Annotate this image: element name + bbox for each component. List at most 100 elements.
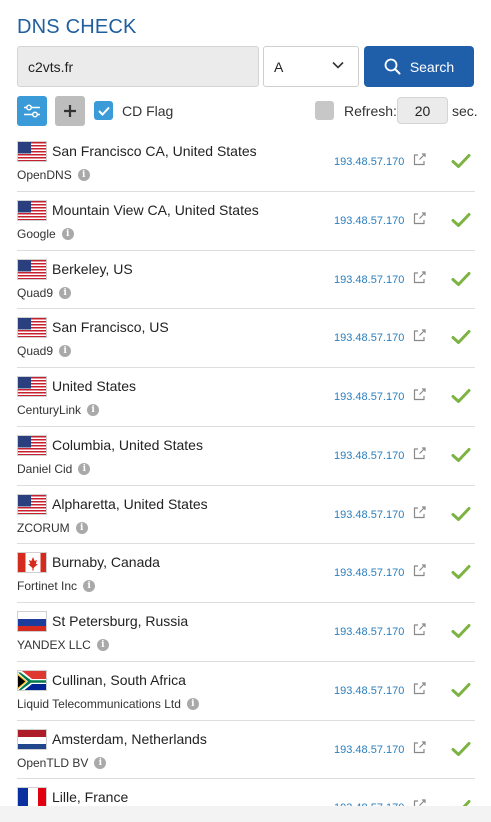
check-icon	[451, 506, 471, 521]
external-link-icon[interactable]	[413, 505, 426, 519]
server-location: Lille, France	[52, 789, 129, 806]
result-ip-link[interactable]: 193.48.57.170	[334, 685, 404, 697]
server-row: San Francisco CA, United States OpenDNS i 1…	[17, 133, 475, 192]
us-flag-icon	[17, 493, 47, 515]
external-link-icon[interactable]	[413, 388, 426, 401]
search-button[interactable]: Search	[364, 46, 474, 87]
server-location: St Petersburg, Russia	[52, 613, 189, 629]
info-icon[interactable]: i	[59, 345, 72, 358]
refresh-interval-input[interactable]	[397, 97, 448, 124]
info-icon[interactable]: i	[77, 169, 90, 181]
cd-flag-checkbox[interactable]	[94, 101, 113, 120]
external-link-icon[interactable]	[413, 270, 426, 284]
info-icon[interactable]: i	[94, 756, 107, 769]
info-icon[interactable]: i	[59, 286, 72, 299]
server-location: Cullinan, South Africa	[52, 671, 186, 688]
plus-icon	[64, 105, 76, 117]
refresh-checkbox[interactable]	[315, 101, 334, 120]
south-africa-flag-icon	[17, 669, 47, 691]
result-ip-link[interactable]: 193.48.57.170	[334, 274, 404, 286]
server-provider: OpenDNS i	[17, 168, 90, 182]
chevron-down-icon	[332, 61, 344, 69]
cd-flag-label: CD Flag	[122, 103, 174, 119]
result-ip-link[interactable]: 193.48.57.170	[334, 391, 404, 403]
server-provider: ZCORUM i	[17, 521, 88, 535]
record-type-value: A	[274, 58, 284, 75]
server-location: Berkeley, US	[52, 260, 133, 277]
result-ip-link[interactable]: 193.48.57.170	[334, 156, 404, 168]
server-row: United States CenturyLink i 193.48.57.170	[17, 368, 475, 427]
server-location: Alpharetta, United States	[52, 495, 208, 512]
server-provider: Liquid Telecommunications Ltd i	[17, 697, 199, 711]
info-icon[interactable]: i	[83, 580, 96, 593]
check-icon	[451, 154, 471, 168]
external-link-icon[interactable]	[413, 329, 426, 342]
refresh-label: Refresh:	[344, 103, 397, 119]
server-provider-name: OpenDNS	[17, 168, 72, 182]
info-icon[interactable]: i	[75, 521, 88, 534]
server-provider-name: Daniel Cid	[17, 461, 73, 476]
result-ip-link[interactable]: 193.48.57.170	[334, 332, 404, 344]
info-icon[interactable]: i	[78, 462, 91, 475]
info-icon[interactable]: i	[186, 697, 199, 710]
sliders-icon	[24, 104, 40, 118]
server-provider-name: Google	[17, 226, 56, 241]
info-icon[interactable]: i	[87, 404, 100, 416]
result-ip-link[interactable]: 193.48.57.170	[334, 567, 404, 579]
server-row: Burnaby, Canada Fortinet Inc i 193.48.57.17…	[17, 544, 475, 603]
check-icon	[451, 682, 471, 697]
check-icon	[451, 624, 471, 638]
record-type-select[interactable]: A	[263, 46, 359, 87]
external-link-icon[interactable]	[413, 153, 426, 166]
check-icon	[451, 447, 471, 462]
server-location: Amsterdam, Netherlands	[52, 730, 207, 747]
options-button[interactable]	[17, 96, 47, 126]
server-list: San Francisco CA, United States OpenDNS i 1…	[17, 133, 475, 822]
result-ip-link[interactable]: 193.48.57.170	[334, 626, 404, 638]
check-icon	[451, 741, 471, 756]
add-server-button[interactable]	[55, 96, 85, 126]
external-link-icon[interactable]	[413, 682, 426, 695]
server-provider: Google i	[17, 227, 74, 241]
result-ip-link[interactable]: 193.48.57.170	[334, 509, 404, 521]
server-provider: Quad9 i	[17, 344, 72, 359]
search-icon	[384, 58, 401, 75]
scroll-fade	[0, 806, 491, 822]
canada-flag-icon	[17, 552, 47, 574]
server-provider: CenturyLink i	[17, 403, 100, 417]
server-provider-name: OpenTLD BV	[17, 755, 89, 770]
server-location: Burnaby, Canada	[52, 554, 160, 571]
server-provider: OpenTLD BV i	[17, 755, 107, 770]
server-row: St Petersburg, Russia YANDEX LLC i 193.48.5…	[17, 603, 475, 662]
info-icon[interactable]: i	[96, 639, 109, 651]
server-provider-name: YANDEX LLC	[17, 638, 91, 652]
server-provider-name: ZCORUM	[17, 520, 70, 535]
server-provider: Daniel Cid i	[17, 461, 91, 476]
external-link-icon[interactable]	[413, 447, 426, 460]
server-row: Cullinan, South Africa Liquid Telecommuni…	[17, 662, 475, 721]
domain-input[interactable]	[17, 46, 259, 87]
server-row: Amsterdam, Netherlands OpenTLD BV i 193.48.…	[17, 721, 475, 780]
external-link-icon[interactable]	[413, 212, 426, 225]
result-ip-link[interactable]: 193.48.57.170	[334, 450, 404, 462]
external-link-icon[interactable]	[413, 740, 426, 754]
us-flag-icon	[17, 317, 47, 339]
server-provider-name: Quad9	[17, 344, 54, 359]
check-icon	[451, 330, 471, 345]
check-icon	[451, 212, 471, 227]
server-row: Berkeley, US Quad9 i 193.48.57.170	[17, 251, 475, 310]
server-location: United States	[52, 378, 137, 394]
us-flag-icon	[17, 258, 47, 280]
us-flag-icon	[17, 141, 47, 162]
check-icon	[451, 389, 471, 403]
check-icon	[97, 106, 110, 116]
server-provider: Fortinet Inc i	[17, 579, 96, 593]
server-location: Mountain View CA, United States	[52, 201, 259, 218]
result-ip-link[interactable]: 193.48.57.170	[334, 215, 404, 227]
external-link-icon[interactable]	[413, 623, 426, 636]
result-ip-link[interactable]: 193.48.57.170	[334, 744, 404, 756]
external-link-icon[interactable]	[413, 564, 426, 577]
check-icon	[451, 565, 471, 580]
info-icon[interactable]: i	[61, 227, 74, 240]
page-title: DNS CHECK	[17, 16, 137, 38]
